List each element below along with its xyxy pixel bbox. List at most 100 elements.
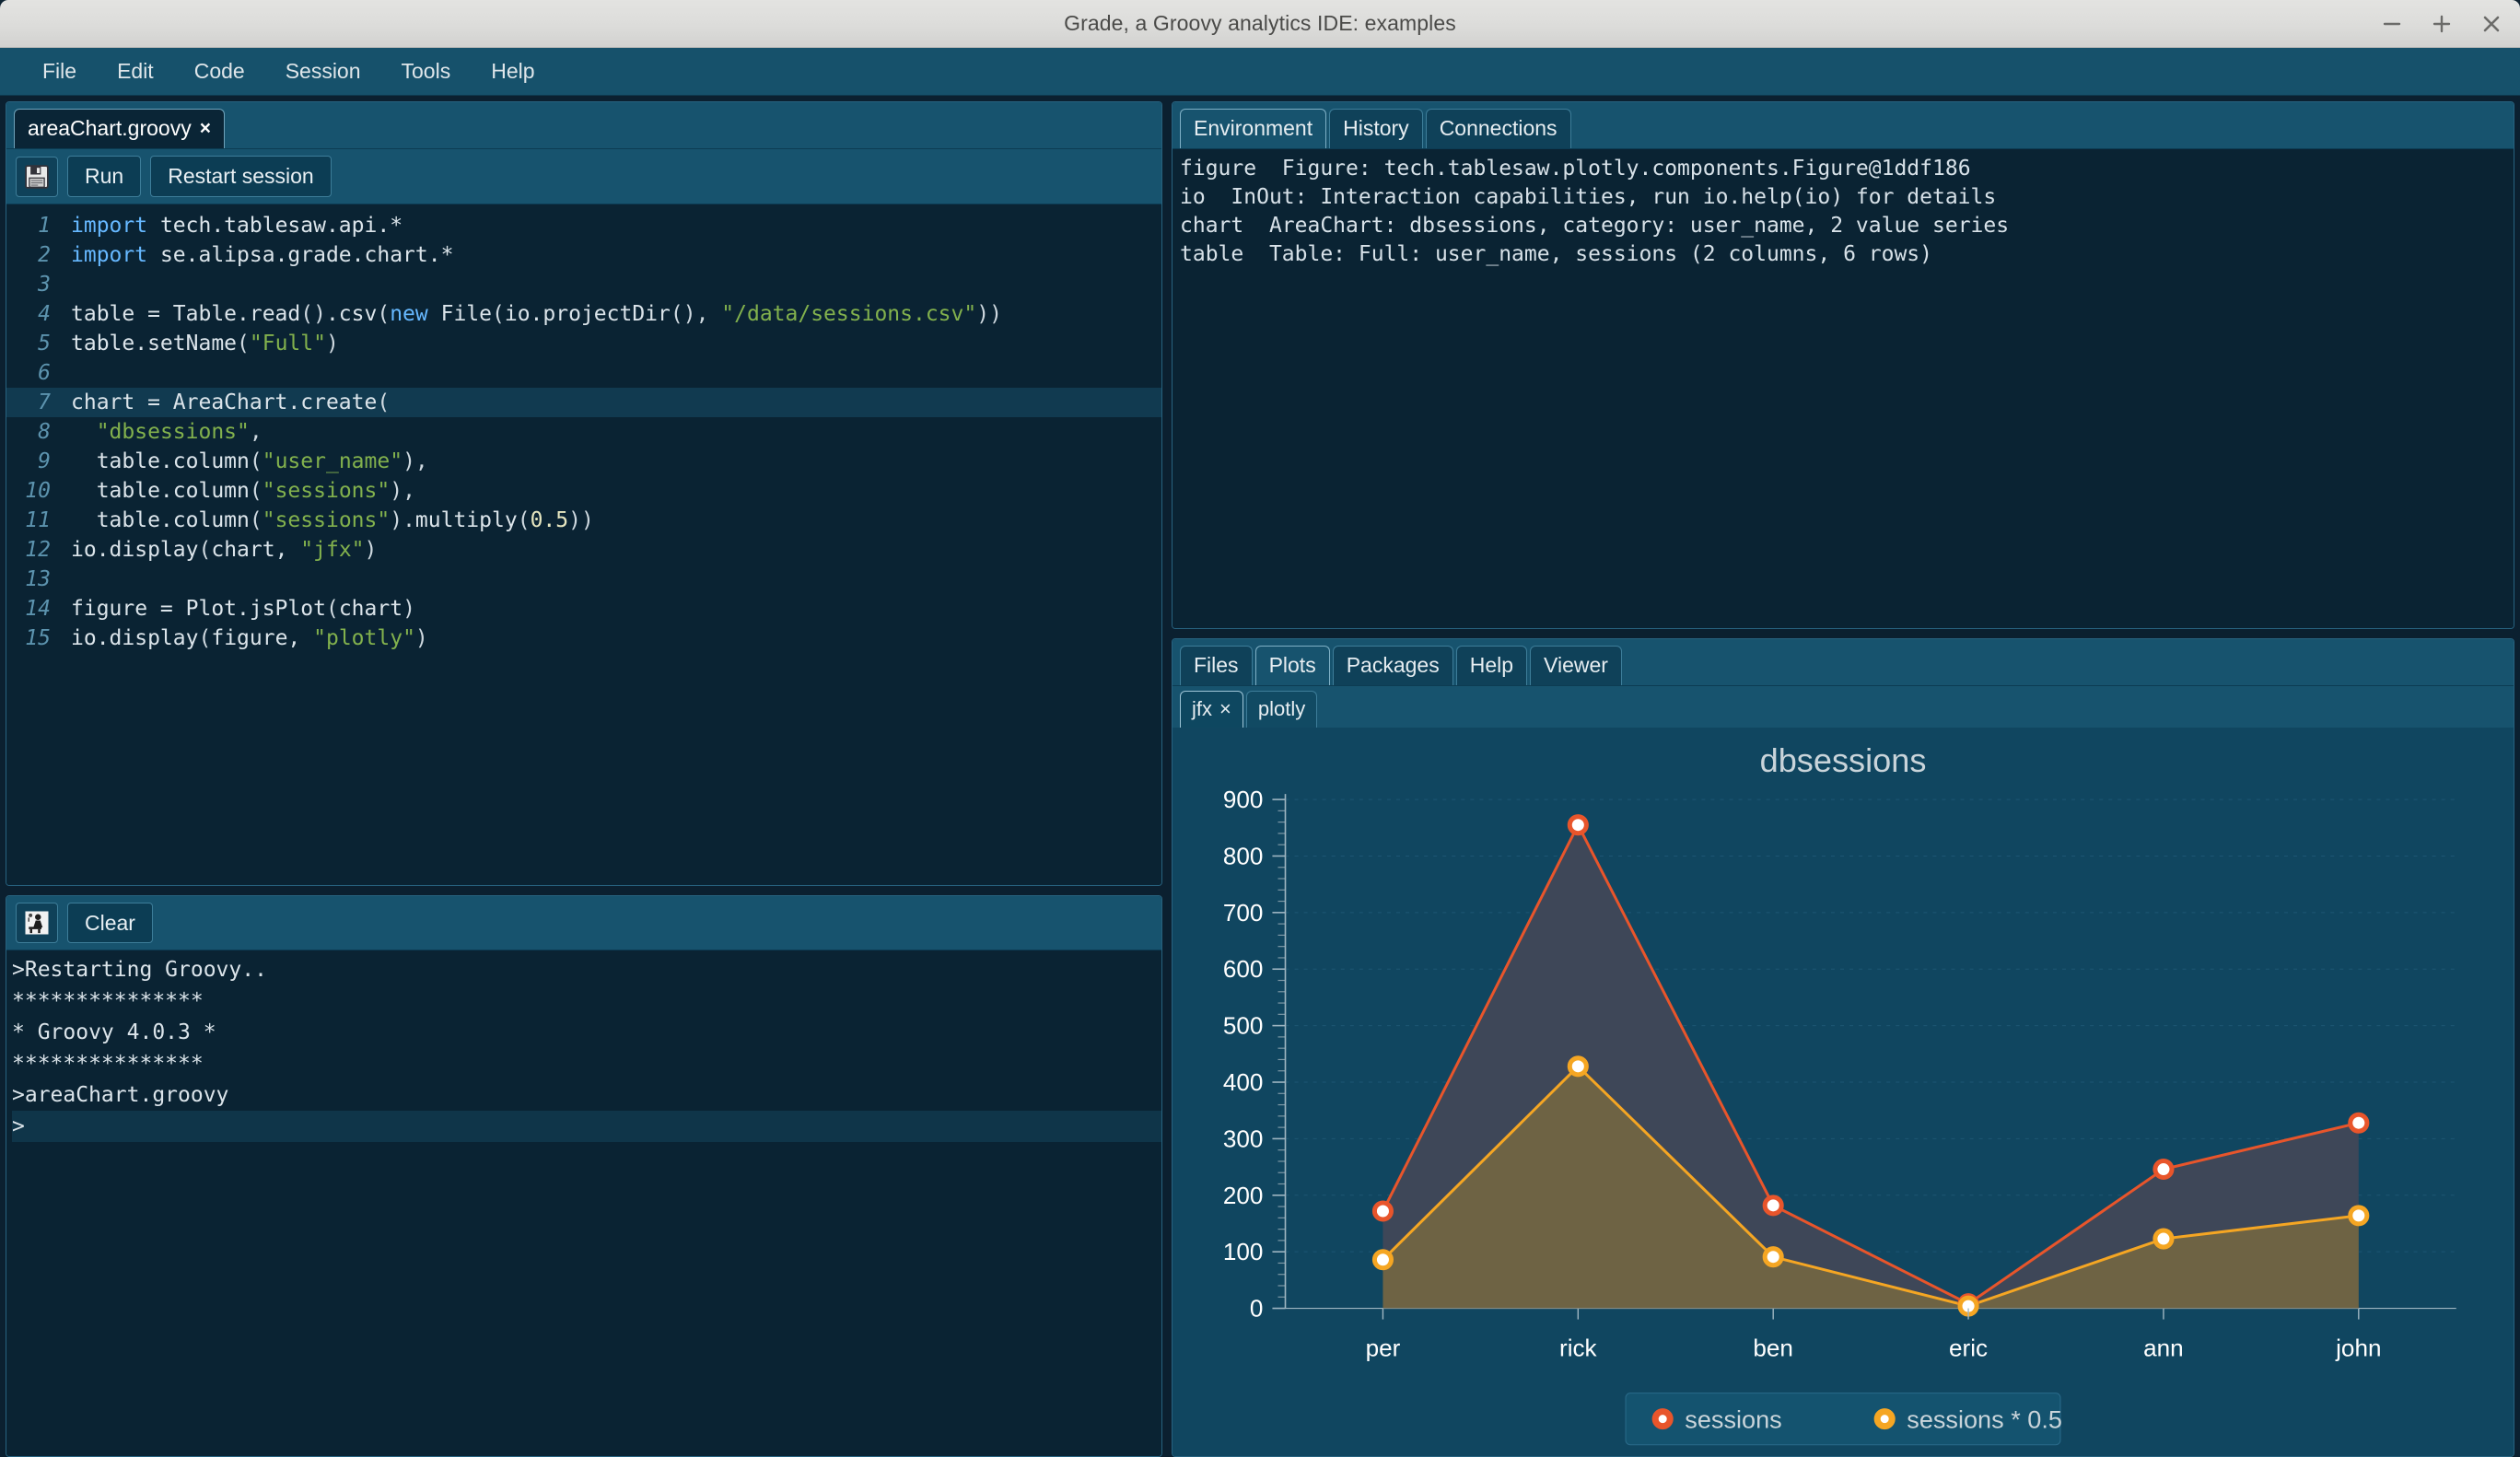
code-token: "sessions" bbox=[262, 508, 390, 532]
chart-data-point[interactable] bbox=[1569, 1058, 1586, 1075]
close-icon[interactable]: × bbox=[200, 118, 211, 139]
menu-item-file[interactable]: File bbox=[22, 52, 97, 91]
plots-pane: Files Plots Packages Help Viewer jfx × p… bbox=[1172, 638, 2514, 1457]
close-icon[interactable]: × bbox=[1219, 697, 1231, 721]
save-button[interactable] bbox=[16, 157, 58, 197]
tab-history[interactable]: History bbox=[1329, 109, 1423, 148]
environment-variable-row: table Table: Full: user_name, sessions (… bbox=[1180, 240, 2514, 269]
environment-variable-row: figure Figure: tech.tablesaw.plotly.comp… bbox=[1180, 155, 2514, 183]
code-editor[interactable]: 1import tech.tablesaw.api.*2import se.al… bbox=[6, 204, 1161, 885]
run-button[interactable]: Run bbox=[67, 156, 141, 196]
code-text: io.display(chart, "jfx") bbox=[64, 535, 1161, 565]
chart-data-point[interactable] bbox=[1569, 817, 1586, 833]
menu-item-edit[interactable]: Edit bbox=[97, 52, 174, 91]
maximize-button[interactable] bbox=[2430, 12, 2454, 36]
menu-item-session[interactable]: Session bbox=[265, 52, 381, 91]
code-token: multiply bbox=[415, 508, 518, 532]
close-button[interactable] bbox=[2479, 12, 2503, 36]
line-number: 11 bbox=[6, 506, 64, 535]
code-token: ( bbox=[250, 508, 262, 532]
code-text bbox=[64, 270, 1161, 299]
code-token: )) bbox=[568, 508, 594, 532]
chart-data-point[interactable] bbox=[1374, 1252, 1391, 1268]
console-toolbar: Clear bbox=[6, 896, 1161, 950]
minimize-button[interactable] bbox=[2380, 12, 2404, 36]
menu-item-code[interactable]: Code bbox=[174, 52, 265, 91]
code-token: import bbox=[71, 214, 147, 238]
subtab-plotly[interactable]: plotly bbox=[1246, 691, 1317, 728]
line-number: 10 bbox=[6, 476, 64, 506]
code-text: table.column("user_name"), bbox=[64, 447, 1161, 476]
environment-variable-name: table bbox=[1180, 242, 1243, 266]
code-text: chart = AreaChart.create( bbox=[64, 388, 1161, 417]
code-token: "Full" bbox=[250, 332, 326, 356]
chart-data-point[interactable] bbox=[1765, 1249, 1781, 1265]
menu-item-tools[interactable]: Tools bbox=[381, 52, 472, 91]
tab-help[interactable]: Help bbox=[1456, 646, 1527, 685]
code-text: "dbsessions", bbox=[64, 417, 1161, 447]
code-token: table.column bbox=[71, 479, 250, 503]
chart-y-tick-label: 800 bbox=[1223, 843, 1264, 870]
chart-data-point[interactable] bbox=[2351, 1114, 2367, 1131]
code-token: ( bbox=[250, 479, 262, 503]
code-token: (), bbox=[671, 302, 709, 326]
line-number: 2 bbox=[6, 240, 64, 270]
code-token: )) bbox=[976, 302, 1002, 326]
chart-x-tick-label: ben bbox=[1753, 1335, 1793, 1362]
console-output[interactable]: >Restarting Groovy..**************** Gro… bbox=[6, 950, 1161, 1456]
chart-x-tick-label: rick bbox=[1559, 1335, 1598, 1362]
chart-data-point[interactable] bbox=[2351, 1207, 2367, 1224]
clear-console-button[interactable]: Clear bbox=[67, 903, 153, 943]
code-token: ( bbox=[237, 332, 250, 356]
chart-data-point[interactable] bbox=[2155, 1161, 2172, 1178]
chart-y-tick-label: 400 bbox=[1223, 1068, 1264, 1096]
chart-x-tick-label: eric bbox=[1949, 1335, 1988, 1362]
legend-marker-icon bbox=[1655, 1412, 1670, 1427]
code-token: ( bbox=[377, 302, 390, 326]
tab-packages[interactable]: Packages bbox=[1333, 646, 1453, 685]
chart-data-point[interactable] bbox=[2155, 1230, 2172, 1247]
subtab-jfx[interactable]: jfx × bbox=[1180, 691, 1243, 728]
code-token: , bbox=[250, 420, 262, 444]
chart-y-tick-label: 300 bbox=[1223, 1125, 1264, 1153]
code-token bbox=[708, 302, 721, 326]
chart-data-point[interactable] bbox=[1374, 1203, 1391, 1219]
code-token: table.setName bbox=[71, 332, 237, 356]
code-line: 9 table.column("user_name"), bbox=[6, 447, 1161, 476]
tab-files[interactable]: Files bbox=[1180, 646, 1253, 685]
output-tabstrip: Files Plots Packages Help Viewer bbox=[1172, 639, 2514, 686]
subtab-jfx-label: jfx bbox=[1192, 697, 1212, 721]
code-token: () bbox=[300, 302, 326, 326]
code-line: 1import tech.tablesaw.api.* bbox=[6, 211, 1161, 240]
legend-marker-icon bbox=[1877, 1412, 1892, 1427]
code-token bbox=[71, 420, 97, 444]
menu-item-help[interactable]: Help bbox=[471, 52, 554, 91]
tab-connections[interactable]: Connections bbox=[1426, 109, 1571, 148]
console-icon-button[interactable] bbox=[16, 903, 58, 943]
environment-variable-row: io InOut: Interaction capabilities, run … bbox=[1180, 183, 2514, 212]
editor-tab-areachart[interactable]: areaChart.groovy × bbox=[14, 109, 225, 148]
tab-environment[interactable]: Environment bbox=[1180, 109, 1326, 148]
chart-title: dbsessions bbox=[1760, 741, 1927, 779]
chart-data-point[interactable] bbox=[1765, 1197, 1781, 1214]
chart-x-tick-label: per bbox=[1366, 1335, 1401, 1362]
column-splitter[interactable] bbox=[1162, 96, 1172, 1457]
legend-label: sessions bbox=[1685, 1406, 1781, 1434]
line-number: 8 bbox=[6, 417, 64, 447]
tab-plots[interactable]: Plots bbox=[1255, 646, 1330, 685]
restart-session-button[interactable]: Restart session bbox=[150, 156, 332, 196]
plot-canvas[interactable]: dbsessions0100200300400500600700800900pe… bbox=[1172, 728, 2514, 1456]
code-line: 4table = Table.read().csv(new File(io.pr… bbox=[6, 299, 1161, 329]
environment-variable-name: chart bbox=[1180, 214, 1243, 238]
editor-toolbar: Run Restart session bbox=[6, 149, 1161, 204]
code-text bbox=[64, 565, 1161, 594]
plot-subtabstrip: jfx × plotly bbox=[1172, 686, 2514, 728]
area-chart: dbsessions0100200300400500600700800900pe… bbox=[1172, 728, 2514, 1456]
chart-y-tick-label: 200 bbox=[1223, 1182, 1264, 1209]
line-number: 5 bbox=[6, 329, 64, 358]
code-token: File bbox=[428, 302, 492, 326]
code-token: 0.5 bbox=[531, 508, 569, 532]
tab-viewer[interactable]: Viewer bbox=[1530, 646, 1622, 685]
line-number: 14 bbox=[6, 594, 64, 624]
environment-variable-list[interactable]: figure Figure: tech.tablesaw.plotly.comp… bbox=[1172, 149, 2514, 628]
